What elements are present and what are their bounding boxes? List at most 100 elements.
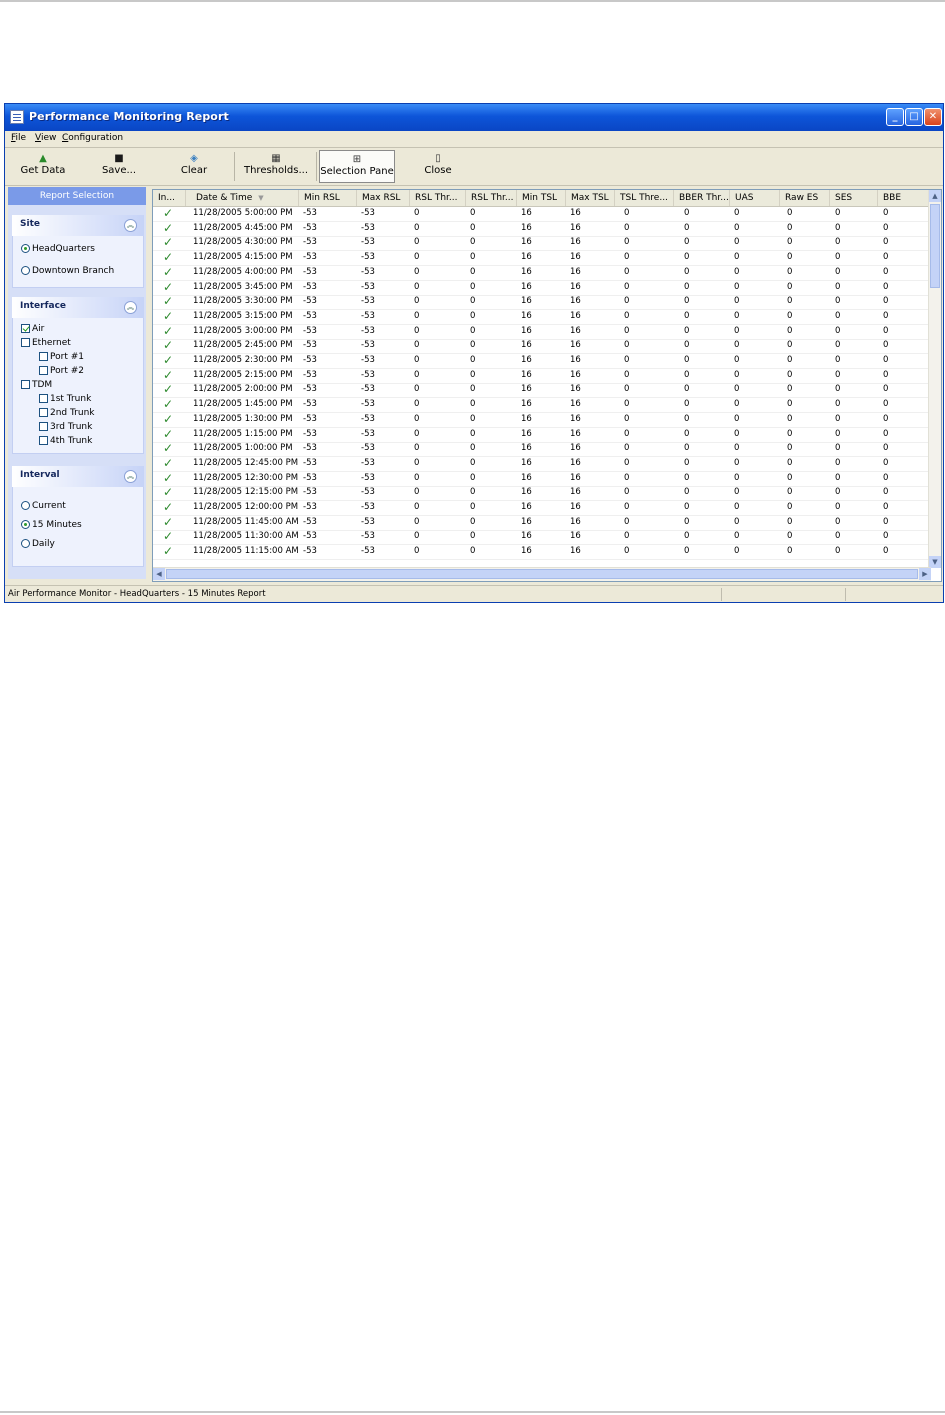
interface-tdm[interactable]: TDM	[21, 380, 52, 390]
column-header-ses[interactable]: SES	[830, 190, 878, 206]
interface-4th-trunk[interactable]: 4th Trunk	[39, 436, 92, 446]
menu-file[interactable]: File	[11, 133, 26, 143]
collapse-icon[interactable]: ︽	[124, 470, 137, 483]
column-header-rsl-thr-2[interactable]: RSL Thr...	[466, 190, 517, 206]
table-row[interactable]: ✓ 11/28/2005 11:30:00 AM -53 -53 0 0 16 16 0 0 0 0 0…	[153, 529, 933, 546]
table-row[interactable]: ✓ 11/28/2005 1:30:00 PM -53 -53 0 0 16 16 0 0 0 0 0 0	[153, 412, 933, 428]
table-row[interactable]: ✓ 11/28/2005 3:30:00 PM -53 -53 0 0 16 16 0 0 0 0 0 0	[153, 294, 933, 311]
collapse-icon[interactable]: ︽	[124, 219, 137, 232]
table-row[interactable]: ✓ 11/28/2005 2:00:00 PM -53 -53 0 0 16 16 0 0 0 0 0 0	[153, 382, 933, 399]
interface-2nd-trunk[interactable]: 2nd Trunk	[39, 408, 95, 418]
table-cell: 0	[684, 487, 690, 498]
radio-icon[interactable]	[21, 539, 30, 548]
checkbox-icon[interactable]	[21, 338, 30, 347]
table-row[interactable]: ✓ 11/28/2005 4:30:00 PM -53 -53 0 0 16 16 0 0 0 0 0 0	[153, 235, 933, 252]
table-row[interactable]: ✓ 11/28/2005 2:45:00 PM -53 -53 0 0 16 16 0 0 0 0 0 0	[153, 338, 933, 355]
column-header-raw-es[interactable]: Raw ES	[780, 190, 830, 206]
table-row[interactable]: ✓ 11/28/2005 1:15:00 PM -53 -53 0 0 16 16 0 0 0 0 0 0	[153, 427, 933, 443]
table-row[interactable]: ✓ 11/28/2005 4:00:00 PM -53 -53 0 0 16 16 0 0 0 0 0 0	[153, 265, 933, 281]
table-row[interactable]: ✓ 11/28/2005 2:15:00 PM -53 -53 0 0 16 16 0 0 0 0 0 0	[153, 368, 933, 384]
interface-air[interactable]: Air	[21, 324, 44, 334]
table-cell: 0	[414, 281, 420, 292]
table-row[interactable]: ✓ 11/28/2005 4:15:00 PM -53 -53 0 0 16 16 0 0 0 0 0 0	[153, 250, 933, 267]
site-option-headquarters[interactable]: HeadQuarters	[21, 244, 95, 254]
table-row[interactable]: ✓ 11/28/2005 1:45:00 PM -53 -53 0 0 16 16 0 0 0 0 0 0	[153, 397, 933, 414]
interval-current[interactable]: Current	[21, 501, 66, 511]
close-button[interactable]: ▯ Close	[415, 150, 461, 183]
column-header-rsl-thr-1[interactable]: RSL Thr...	[410, 190, 466, 206]
checkbox-icon[interactable]	[39, 436, 48, 445]
scroll-up-icon[interactable]: ▲	[929, 190, 941, 202]
radio-icon[interactable]	[21, 501, 30, 510]
column-header-in[interactable]: In...	[153, 190, 186, 206]
column-header-min-rsl[interactable]: Min RSL	[299, 190, 357, 206]
interface-3rd-trunk[interactable]: 3rd Trunk	[39, 422, 92, 432]
column-header-max-rsl[interactable]: Max RSL	[357, 190, 410, 206]
interface-port-2[interactable]: Port #2	[39, 366, 84, 376]
radio-selected-icon[interactable]	[21, 244, 30, 253]
maximize-button[interactable]: □	[905, 108, 923, 126]
interface-1st-trunk[interactable]: 1st Trunk	[39, 394, 91, 404]
interval-15-minutes[interactable]: 15 Minutes	[21, 520, 82, 530]
table-cell: 16	[570, 222, 581, 233]
horizontal-scrollbar[interactable]: ◀ ▶	[153, 567, 931, 581]
site-option-downtown-branch[interactable]: Downtown Branch	[21, 266, 114, 276]
interface-port-1[interactable]: Port #1	[39, 352, 84, 362]
column-header-uas[interactable]: UAS	[730, 190, 780, 206]
column-header-bber-thr[interactable]: BBER Thr...	[674, 190, 730, 206]
column-header-date-time[interactable]: Date & Time ▼	[186, 190, 299, 206]
interval-panel-header[interactable]: Interval ︽	[12, 466, 144, 487]
column-header-tsl-thre[interactable]: TSL Thre...	[615, 190, 674, 206]
checkbox-icon[interactable]	[39, 422, 48, 431]
table-row[interactable]: ✓ 11/28/2005 3:15:00 PM -53 -53 0 0 16 16 0 0 0 0 0 0	[153, 309, 933, 325]
menu-view[interactable]: View	[35, 133, 56, 143]
interface-panel-header[interactable]: Interface ︽	[12, 297, 144, 318]
checkbox-icon[interactable]	[21, 380, 30, 389]
table-row[interactable]: ✓ 11/28/2005 5:00:00 PM -53 -53 0 0 16 16 0 0 0 0 0 0	[153, 206, 933, 222]
vertical-scroll-thumb[interactable]	[930, 204, 940, 288]
interface-ethernet[interactable]: Ethernet	[21, 338, 71, 348]
checkbox-icon[interactable]	[39, 352, 48, 361]
scroll-left-icon[interactable]: ◀	[153, 568, 165, 580]
table-row[interactable]: ✓ 11/28/2005 11:45:00 AM -53 -53 0 0 16 16 0 0 0 0 0…	[153, 515, 933, 531]
checkbox-icon[interactable]	[39, 408, 48, 417]
menu-configuration[interactable]: Configuration	[62, 133, 123, 143]
title-bar[interactable]: Performance Monitoring Report _ □ ✕	[5, 104, 943, 131]
checkbox-icon[interactable]	[39, 366, 48, 375]
thresholds-button[interactable]: ▦ Thresholds...	[241, 150, 311, 183]
column-header-bbe[interactable]: BBE	[878, 190, 933, 206]
interval-daily[interactable]: Daily	[21, 539, 55, 549]
radio-selected-icon[interactable]	[21, 520, 30, 529]
table-row[interactable]: ✓ 11/28/2005 12:15:00 PM -53 -53 0 0 16 16 0 0 0 0 0…	[153, 485, 933, 502]
table-row[interactable]: ✓ 11/28/2005 12:00:00 PM -53 -53 0 0 16 16 0 0 0 0 0…	[153, 500, 933, 516]
table-row[interactable]: ✓ 11/28/2005 12:30:00 PM -53 -53 0 0 16 16 0 0 0 0 0…	[153, 471, 933, 487]
table-row[interactable]: ✓ 11/28/2005 11:15:00 AM -53 -53 0 0 16 16 0 0 0 0 0…	[153, 544, 933, 561]
table-row[interactable]: ✓ 11/28/2005 1:00:00 PM -53 -53 0 0 16 16 0 0 0 0 0 0	[153, 441, 933, 458]
table-row[interactable]: ✓ 11/28/2005 4:45:00 PM -53 -53 0 0 16 16 0 0 0 0 0 0	[153, 221, 933, 237]
site-panel-header[interactable]: Site ︽	[12, 215, 144, 236]
table-row[interactable]: ✓ 11/28/2005 12:45:00 PM -53 -53 0 0 16 16 0 0 0 0 0…	[153, 456, 933, 472]
get-data-button[interactable]: ▲ Get Data	[17, 150, 69, 183]
selection-pane-button[interactable]: ⊞ Selection Pane	[319, 150, 395, 183]
radio-icon[interactable]	[21, 266, 30, 275]
column-header-max-tsl[interactable]: Max TSL	[566, 190, 615, 206]
table-row[interactable]: ✓ 11/28/2005 3:00:00 PM -53 -53 0 0 16 16 0 0 0 0 0 0	[153, 324, 933, 340]
column-header-min-tsl[interactable]: Min TSL	[517, 190, 566, 206]
vertical-scrollbar[interactable]: ▲ ▼	[928, 190, 941, 568]
table-cell: 0	[470, 443, 476, 454]
horizontal-scroll-thumb[interactable]	[166, 569, 918, 579]
table-row[interactable]: ✓ 11/28/2005 2:30:00 PM -53 -53 0 0 16 16 0 0 0 0 0 0	[153, 353, 933, 369]
status-separator	[845, 588, 846, 601]
scroll-right-icon[interactable]: ▶	[919, 568, 931, 580]
clear-button[interactable]: ◈ Clear	[170, 150, 218, 183]
minimize-button[interactable]: _	[886, 108, 904, 126]
collapse-icon[interactable]: ︽	[124, 301, 137, 314]
close-window-button[interactable]: ✕	[924, 108, 942, 126]
save-button[interactable]: ■ Save...	[94, 150, 144, 183]
close-door-icon: ▯	[435, 153, 441, 164]
table-cell: 0	[684, 413, 690, 424]
checkbox-checked-icon[interactable]	[21, 324, 30, 333]
table-cell: 0	[883, 413, 889, 424]
table-row[interactable]: ✓ 11/28/2005 3:45:00 PM -53 -53 0 0 16 16 0 0 0 0 0 0	[153, 280, 933, 296]
checkbox-icon[interactable]	[39, 394, 48, 403]
